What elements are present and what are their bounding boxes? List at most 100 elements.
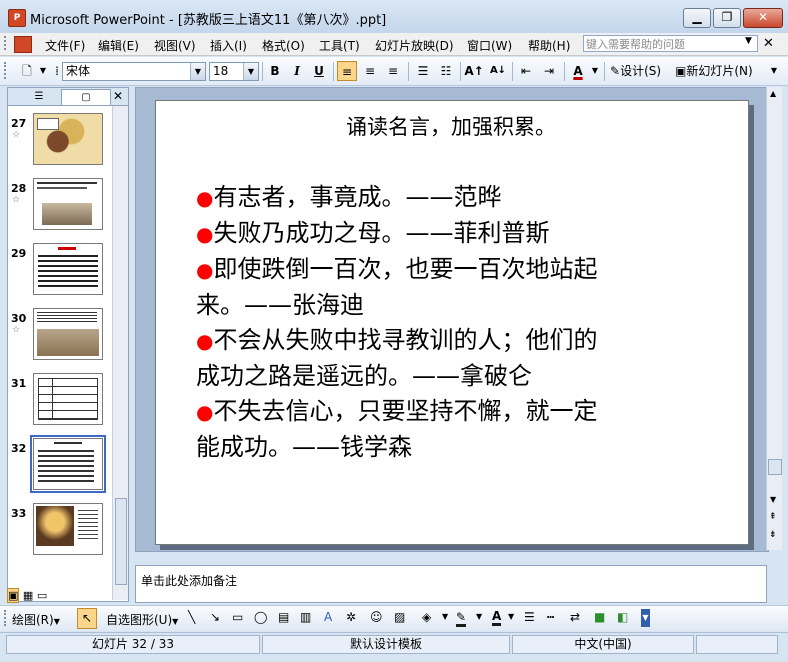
help-search-input[interactable]: 键入需要帮助的问题 [583, 35, 758, 52]
picture-icon[interactable]: ▨ [394, 610, 405, 624]
close-window-button[interactable]: ✕ [743, 8, 783, 28]
select-objects-icon[interactable]: ↖ [77, 608, 97, 629]
line-icon[interactable]: ╲ [188, 610, 195, 624]
bullets-icon[interactable]: ☷ [436, 61, 456, 81]
3d-style-icon[interactable]: ◧ [617, 610, 628, 624]
next-slide-icon[interactable]: ⇟ [769, 530, 777, 540]
decrease-font-size-icon[interactable]: A↓ [488, 61, 508, 81]
normal-view-icon[interactable]: ▣ [7, 588, 20, 603]
powerpoint-app-icon[interactable]: P [8, 9, 26, 27]
slide-canvas[interactable]: 诵读名言，加强积累。 ●有志者，事竟成。——范晔 ●失败乃成功之母。——菲利普斯… [155, 100, 749, 545]
menu-edit[interactable]: 编辑(E) [98, 37, 139, 54]
slides-pane-scrollbar[interactable] [112, 106, 128, 600]
help-dropdown-icon[interactable]: ▼ [745, 36, 752, 46]
menu-window[interactable]: 窗口(W) [467, 37, 512, 54]
toolbar-grip[interactable] [4, 610, 10, 626]
title-bar[interactable]: P Microsoft PowerPoint - [苏教版三上语文11《第八次》… [0, 0, 788, 33]
minimize-button[interactable]: ▁ [683, 8, 711, 28]
new-document-icon[interactable]: 🗋 [18, 61, 36, 81]
increase-font-size-icon[interactable]: A↑ [464, 61, 484, 81]
slide-preview [33, 308, 103, 360]
toolbar-grip[interactable] [4, 62, 10, 79]
toolbar-overflow-icon[interactable]: ▼ [767, 61, 781, 81]
slide-scrollbar[interactable]: ▲ ▼ ⇞ ⇟ [766, 87, 782, 550]
close-pane-icon[interactable]: ✕ [111, 89, 125, 104]
slide-body[interactable]: ●有志者，事竟成。——范晔 ●失败乃成功之母。——菲利普斯 ●即使跌倒一百次，也… [196, 180, 696, 465]
menu-slideshow[interactable]: 幻灯片放映(D) [375, 37, 454, 54]
menu-insert[interactable]: 插入(I) [210, 37, 247, 54]
slide-thumbnail-31[interactable]: 31 [8, 373, 112, 433]
tab-outline[interactable]: ☰ [18, 89, 60, 104]
slideshow-view-icon[interactable]: ▭ [37, 589, 47, 602]
slide-thumbnail-27[interactable]: 27 ☆ [8, 113, 112, 173]
underline-button[interactable]: U [309, 61, 329, 81]
scrollbar-thumb[interactable] [115, 498, 127, 585]
close-document-icon[interactable]: ✕ [763, 36, 774, 51]
document-icon[interactable] [14, 36, 32, 53]
slide-thumbnail-30[interactable]: 30 ☆ [8, 308, 112, 368]
bullet-continuation: 来。——张海迪 [196, 291, 364, 319]
line-color-icon[interactable]: ✎ [456, 610, 467, 627]
shadow-style-icon[interactable]: ■ [594, 610, 605, 624]
menu-file[interactable]: 文件(F) [45, 37, 85, 54]
font-name-select[interactable]: 宋体 ▼ [62, 62, 206, 81]
dash-style-icon[interactable]: ┅ [547, 610, 554, 624]
wordart-icon[interactable]: A [324, 610, 332, 624]
tab-slides[interactable]: ▢ [61, 89, 111, 105]
language-status: 中文(中国) [512, 635, 694, 654]
font-color-icon[interactable]: A [568, 61, 588, 81]
maximize-button[interactable]: ❐ [713, 8, 741, 28]
arrow-icon[interactable]: ↘ [210, 610, 220, 624]
scroll-down-icon[interactable]: ▼ [770, 495, 776, 504]
draw-menu-button[interactable]: 绘图(R)▼ [12, 611, 60, 628]
rectangle-icon[interactable]: ▭ [232, 610, 243, 624]
fill-color-dropdown-icon[interactable]: ▼ [442, 612, 448, 621]
menubar-grip[interactable] [4, 36, 10, 50]
clipart-icon[interactable]: ☺ [370, 610, 383, 624]
line-style-icon[interactable]: ☰ [524, 610, 535, 624]
slide-thumbnail-29[interactable]: 29 [8, 243, 112, 303]
previous-slide-icon[interactable]: ⇞ [769, 512, 777, 522]
font-color-dropdown-icon[interactable]: ▼ [590, 61, 600, 81]
toolbar-options-icon[interactable]: ▼ [38, 61, 48, 81]
animation-star-icon: ☆ [12, 195, 21, 205]
line-color-dropdown-icon[interactable]: ▼ [476, 612, 482, 621]
align-right-icon[interactable]: ≡ [383, 61, 403, 81]
notes-pane[interactable]: 单击此处添加备注 [135, 565, 767, 603]
font-size-select[interactable]: 18 ▼ [209, 62, 259, 81]
font-size-dropdown-icon[interactable]: ▼ [243, 63, 258, 80]
slide-title[interactable]: 诵读名言，加强积累。 [156, 111, 746, 141]
scroll-up-icon[interactable]: ▲ [770, 89, 776, 98]
arrow-style-icon[interactable]: ⇄ [570, 610, 580, 624]
scrollbar-thumb[interactable] [768, 459, 782, 475]
new-slide-label: 新幻灯片(N) [686, 64, 753, 78]
textbox-icon[interactable]: ▤ [278, 610, 289, 624]
align-center-icon[interactable]: ≡ [360, 61, 380, 81]
font-name-dropdown-icon[interactable]: ▼ [190, 63, 205, 80]
new-slide-button[interactable]: ▣新幻灯片(N) [675, 61, 765, 81]
oval-icon[interactable]: ◯ [254, 610, 267, 624]
slide-sorter-view-icon[interactable]: ▦ [23, 589, 33, 602]
menu-view[interactable]: 视图(V) [154, 37, 196, 54]
decrease-indent-icon[interactable]: ⇤ [516, 61, 536, 81]
autoshapes-button[interactable]: 自选图形(U)▼ [106, 611, 178, 628]
font-color-draw-icon[interactable]: A [492, 609, 502, 626]
slide-thumbnail-33[interactable]: 33 [8, 503, 112, 563]
bold-button[interactable]: B [265, 61, 285, 81]
menu-help[interactable]: 帮助(H) [528, 37, 570, 54]
diagram-icon[interactable]: ✲ [346, 610, 356, 624]
menu-tools[interactable]: 工具(T) [319, 37, 360, 54]
toolbar-options-icon[interactable]: ▼ [641, 609, 650, 627]
menu-format[interactable]: 格式(O) [262, 37, 305, 54]
slide-thumbnail-32[interactable]: 32 [8, 435, 112, 498]
font-color-draw-dropdown-icon[interactable]: ▼ [508, 612, 514, 621]
slide-number: 28 [11, 182, 27, 195]
vertical-textbox-icon[interactable]: ▥ [300, 610, 311, 624]
align-left-icon[interactable]: ≡ [337, 61, 357, 81]
design-button[interactable]: ✎设计(S) [610, 61, 672, 81]
numbering-icon[interactable]: ☰ [413, 61, 433, 81]
italic-button[interactable]: I [287, 61, 307, 81]
slide-thumbnail-28[interactable]: 28 ☆ [8, 178, 112, 238]
fill-color-icon[interactable]: ◈ [422, 610, 431, 624]
increase-indent-icon[interactable]: ⇥ [539, 61, 559, 81]
